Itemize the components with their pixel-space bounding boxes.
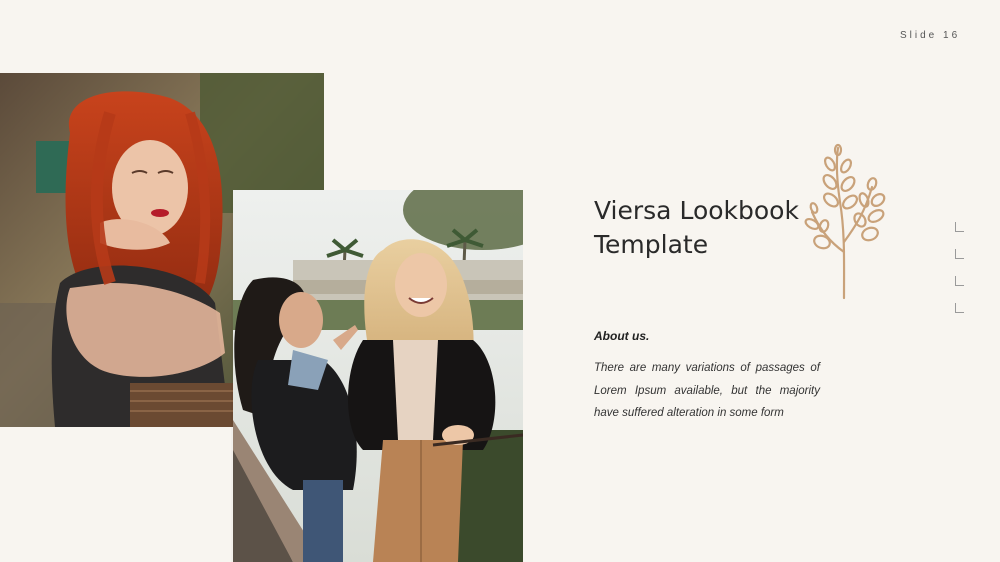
nav-marker[interactable] xyxy=(955,222,964,232)
slide-nav-markers xyxy=(955,222,969,330)
title-line-2: Template xyxy=(594,230,709,259)
nav-marker[interactable] xyxy=(955,303,964,313)
slide-number: Slide 16 xyxy=(900,30,961,41)
about-body: There are many variations of passages of… xyxy=(594,362,820,419)
nav-marker[interactable] xyxy=(955,276,964,286)
title-line-1: Viersa Lookbook xyxy=(594,196,799,225)
photo-two-women-laughing xyxy=(233,190,523,562)
slide: Slide 16 Viersa Lookbook Template About … xyxy=(0,0,1000,562)
nav-marker[interactable] xyxy=(955,249,964,259)
about-heading: About us. xyxy=(594,329,650,343)
leaf-branch-icon xyxy=(800,142,892,300)
slide-title: Viersa Lookbook Template xyxy=(594,194,814,262)
